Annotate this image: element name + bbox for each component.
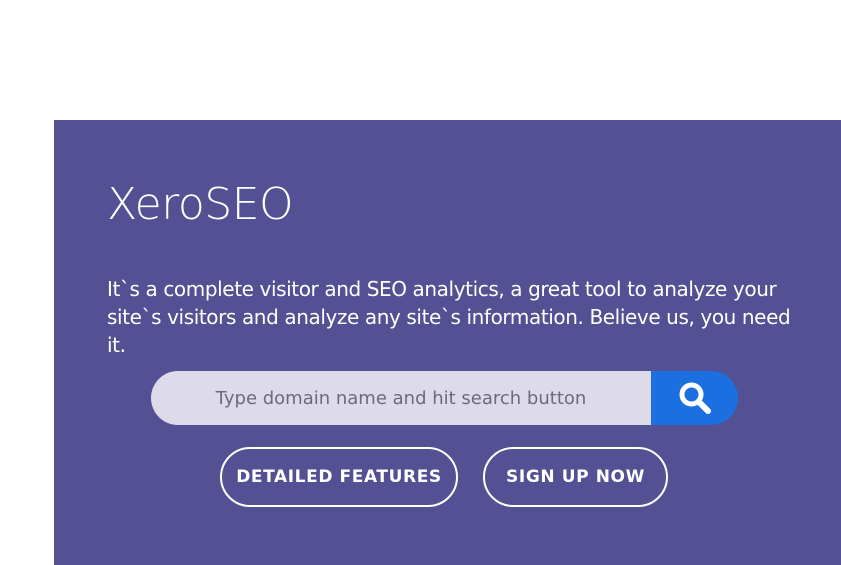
domain-search-input[interactable] bbox=[151, 371, 651, 425]
hero-description: It`s a complete visitor and SEO analytic… bbox=[107, 277, 791, 357]
hero-title: XeroSEO bbox=[107, 179, 294, 230]
hero-section: XeroSEO It`s a complete visitor and SEO … bbox=[54, 120, 841, 565]
sign-up-button[interactable]: SIGN UP NOW bbox=[483, 447, 668, 507]
detailed-features-button[interactable]: DETAILED FEATURES bbox=[220, 447, 458, 507]
search-button[interactable] bbox=[651, 371, 738, 425]
search-bar bbox=[151, 371, 738, 425]
search-icon bbox=[679, 382, 711, 414]
